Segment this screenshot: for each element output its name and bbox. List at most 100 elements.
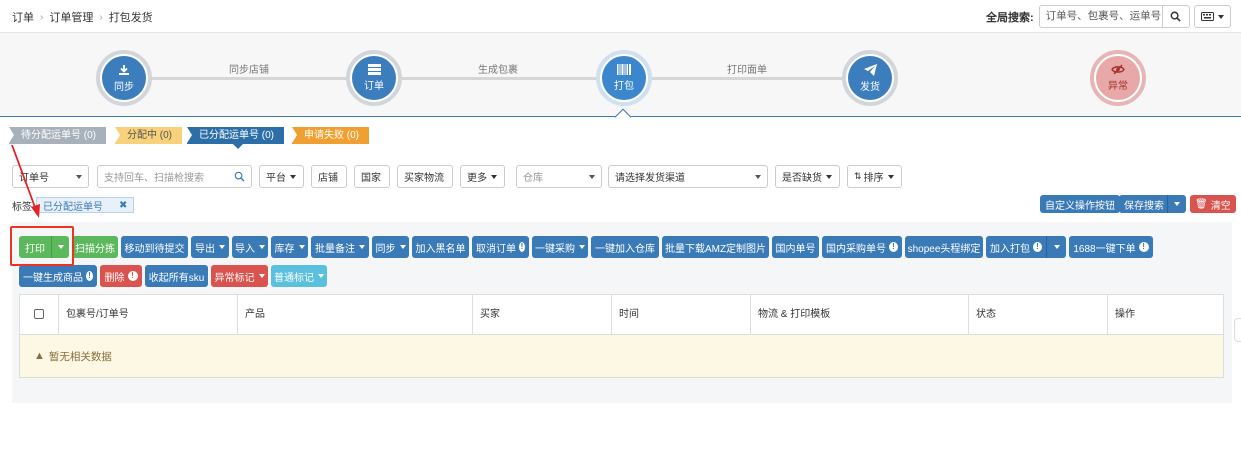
- chevron-down-icon: [1053, 245, 1060, 249]
- step-connector: [150, 77, 350, 80]
- tab-allocating[interactable]: 分配中 (0): [115, 127, 182, 144]
- more-dropdown[interactable]: 更多: [460, 165, 505, 188]
- dropdown-label: 排序: [863, 173, 884, 184]
- trash-icon: 🗑: [1195, 198, 1208, 210]
- stock-dropdown[interactable]: 库存: [271, 236, 308, 258]
- chevron-down-icon: [491, 174, 497, 179]
- normal-mark-dropdown[interactable]: 普通标记: [271, 265, 327, 287]
- add-to-pack-button[interactable]: 加入打包!: [986, 236, 1046, 258]
- step-sync[interactable]: 同步: [96, 50, 152, 106]
- out-of-stock-dropdown[interactable]: 是否缺货: [775, 165, 840, 188]
- store-button[interactable]: 店铺: [311, 165, 347, 188]
- step-link-label: 生成包裹: [478, 65, 518, 76]
- list-icon: [367, 64, 381, 75]
- tag-label: 标签: [12, 201, 32, 213]
- chevron-right-icon: ›: [99, 11, 103, 23]
- domestic-purchase-no-button[interactable]: 国内采购单号!: [822, 236, 902, 258]
- tag-row: 标签 已分配运单号 ✖: [12, 197, 135, 213]
- keyboard-dropdown-button[interactable]: [1193, 5, 1231, 28]
- global-search-input[interactable]: 订单号、包裹号、运单号: [1038, 5, 1163, 28]
- delete-button[interactable]: 删除!: [100, 265, 142, 287]
- button-label: 普通标记: [274, 272, 314, 284]
- platform-dropdown[interactable]: 平台: [259, 165, 304, 188]
- button-label: 删除: [104, 272, 125, 284]
- button-label: 1688一键下单: [1073, 243, 1136, 255]
- select-all-checkbox[interactable]: [34, 309, 44, 319]
- breadcrumb-item[interactable]: 订单管理: [49, 9, 93, 25]
- save-search-dropdown[interactable]: [1167, 195, 1186, 213]
- collapse-sku-button[interactable]: 收起所有sku: [145, 265, 208, 287]
- search-placeholder: 支持回车、扫描枪搜索: [104, 173, 204, 184]
- chevron-down-icon: [1174, 202, 1180, 206]
- column-header: 买家: [472, 295, 611, 334]
- domestic-no-button[interactable]: 国内单号: [772, 236, 819, 258]
- search-icon: [234, 171, 245, 182]
- breadcrumb: 订单 › 订单管理 › 打包发货: [12, 9, 153, 25]
- chevron-down-icon: [258, 274, 265, 278]
- shopee-binding-button[interactable]: shopee头程绑定: [905, 236, 983, 258]
- sort-dropdown[interactable]: ⇅ 排序: [847, 165, 902, 188]
- column-header: 物流 & 打印模板: [750, 295, 968, 334]
- package-table: 包裹号/订单号 产品 买家 时间 物流 & 打印模板 状态 操作 ▲ 暂无相关数…: [19, 294, 1224, 378]
- cancel-order-button[interactable]: 取消订单!: [472, 236, 529, 258]
- tab-allocated-waybill[interactable]: 已分配运单号 (0): [187, 127, 284, 149]
- tab-pending-waybill[interactable]: 待分配运单号 (0): [9, 127, 106, 144]
- column-header: 产品: [237, 295, 472, 334]
- buyer-logistics-button[interactable]: 买家物流: [397, 165, 453, 188]
- step-link-label: 同步店铺: [229, 65, 269, 76]
- dropdown-label: 更多: [467, 173, 487, 184]
- column-header[interactable]: 包裹号/订单号: [58, 295, 237, 334]
- button-label: 异常标记: [214, 272, 255, 284]
- download-icon: [119, 64, 129, 75]
- select-value: 请选择发货渠道: [615, 173, 685, 184]
- step-exception[interactable]: 异常: [1090, 50, 1146, 106]
- chevron-down-icon: [219, 245, 225, 249]
- clear-button[interactable]: 🗑 清空: [1190, 195, 1236, 213]
- warehouse-select[interactable]: 仓库: [516, 165, 602, 188]
- 1688-order-button[interactable]: 1688一键下单!: [1069, 236, 1153, 258]
- import-dropdown[interactable]: 导入: [232, 236, 268, 258]
- button-label: 买家物流: [404, 173, 444, 184]
- barcode-icon: [617, 64, 631, 75]
- button-label: 导出: [195, 243, 215, 255]
- exception-mark-dropdown[interactable]: 异常标记: [211, 265, 268, 287]
- exclamation-icon: !: [889, 242, 898, 252]
- search-icon: [1170, 11, 1181, 22]
- chevron-down-icon: [755, 174, 761, 179]
- search-button[interactable]: [1162, 5, 1190, 28]
- sync-dropdown[interactable]: 同步: [372, 236, 409, 258]
- button-label: 店铺: [318, 173, 338, 184]
- scan-sort-button[interactable]: 扫描分拣: [72, 236, 118, 258]
- order-no-select[interactable]: 订单号: [12, 165, 89, 188]
- exclamation-icon: !: [127, 271, 138, 281]
- close-icon[interactable]: ✖: [119, 200, 127, 211]
- download-amz-images-button[interactable]: 批量下载AMZ定制图片: [662, 236, 769, 258]
- add-blacklist-button[interactable]: 加入黑名单: [412, 236, 469, 258]
- save-search-button[interactable]: 保存搜索: [1119, 195, 1169, 213]
- generate-product-button[interactable]: 一键生成商品!: [19, 265, 97, 287]
- select-value: 仓库: [523, 173, 543, 184]
- step-pack[interactable]: 打包: [596, 50, 652, 106]
- add-to-pack-dropdown[interactable]: [1046, 236, 1066, 258]
- empty-state-text: 暂无相关数据: [48, 350, 112, 363]
- button-label: 加入打包: [990, 243, 1030, 255]
- step-label: 异常: [1108, 81, 1128, 92]
- table-header: 包裹号/订单号 产品 买家 时间 物流 & 打印模板 状态 操作: [20, 295, 1223, 335]
- step-order[interactable]: 订单: [346, 50, 402, 106]
- search-input[interactable]: 支持回车、扫描枪搜索: [97, 165, 252, 188]
- step-label: 同步: [114, 81, 134, 93]
- one-click-purchase-dropdown[interactable]: 一键采购: [532, 236, 588, 258]
- export-dropdown[interactable]: 导出: [191, 236, 229, 258]
- side-collapse-tab[interactable]: [1234, 318, 1241, 342]
- step-ship[interactable]: 发货: [842, 50, 898, 106]
- breadcrumb-item[interactable]: 订单: [12, 9, 34, 25]
- shipping-channel-select[interactable]: 请选择发货渠道: [608, 165, 768, 188]
- custom-action-button[interactable]: 自定义操作按钮: [1040, 195, 1120, 213]
- tab-apply-failed[interactable]: 申请失败 (0): [292, 127, 369, 144]
- batch-note-dropdown[interactable]: 批量备注: [311, 236, 369, 258]
- exclamation-icon: !: [1138, 242, 1149, 252]
- add-to-warehouse-button[interactable]: 一键加入仓库: [591, 236, 659, 258]
- move-to-submit-button[interactable]: 移动到待提交: [121, 236, 188, 258]
- country-button[interactable]: 国家: [354, 165, 390, 188]
- chevron-down-icon: [399, 245, 406, 249]
